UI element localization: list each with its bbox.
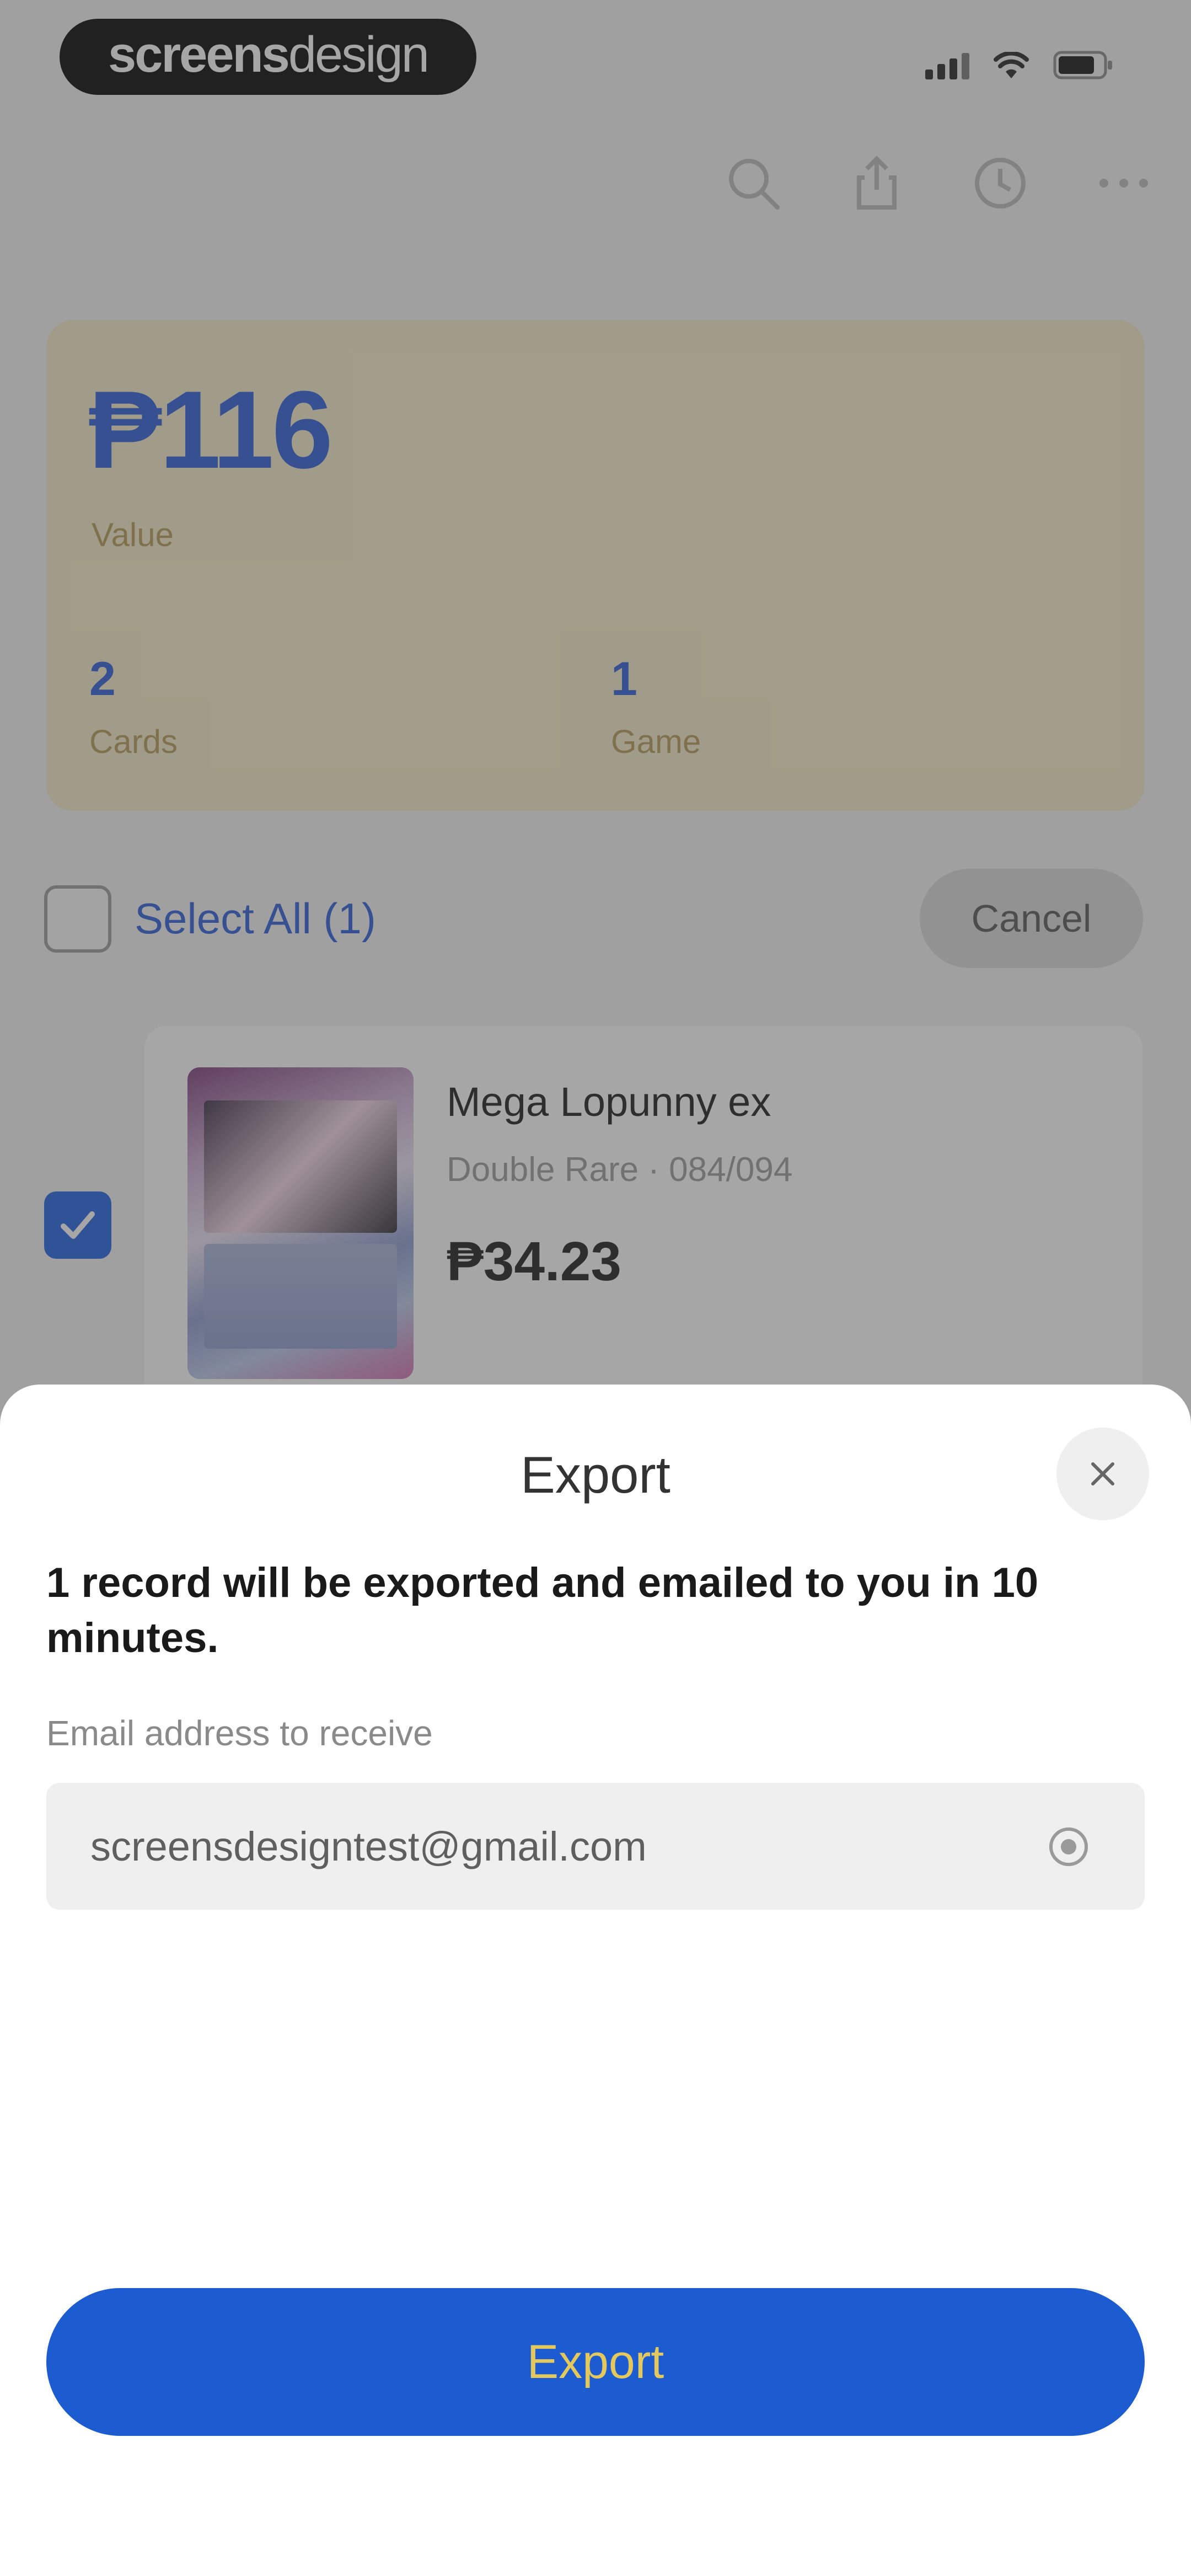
close-button[interactable] — [1056, 1428, 1149, 1520]
sheet-title: Export — [521, 1446, 670, 1504]
email-field-label: Email address to receive — [46, 1713, 433, 1753]
close-icon — [1091, 1462, 1114, 1485]
email-field[interactable] — [46, 1783, 1145, 1910]
clear-input-icon[interactable] — [1048, 1826, 1090, 1868]
export-button[interactable]: Export — [46, 2288, 1145, 2436]
export-message: 1 record will be exported and emailed to… — [46, 1559, 1039, 1661]
